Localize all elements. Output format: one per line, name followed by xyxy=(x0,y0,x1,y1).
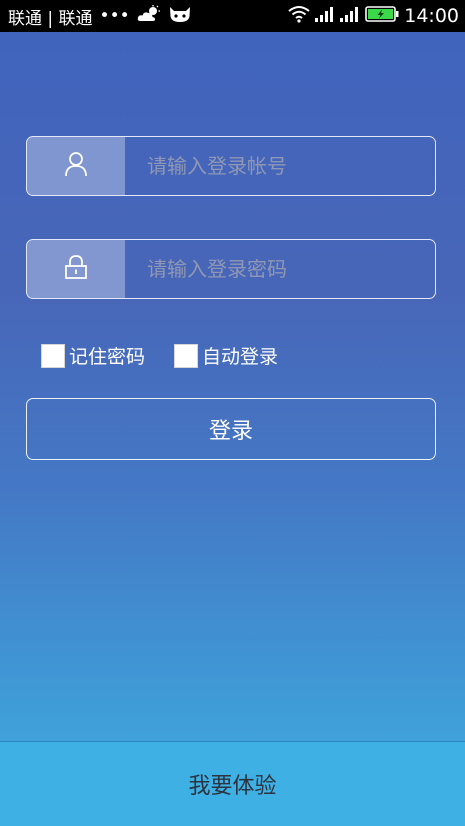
password-input[interactable] xyxy=(125,240,435,298)
signal-icon xyxy=(315,6,335,27)
username-icon-box xyxy=(27,137,125,195)
password-field xyxy=(26,239,436,299)
auto-login-box[interactable] xyxy=(174,343,199,368)
experience-label: 我要体验 xyxy=(188,774,277,799)
more-notifications-dots: ••• xyxy=(99,6,130,26)
remember-password-checkbox[interactable]: 记住密码 xyxy=(41,342,145,369)
cat-face-icon xyxy=(168,5,192,28)
remember-password-box[interactable] xyxy=(41,343,65,368)
auto-login-label: 自动登录 xyxy=(202,346,279,368)
signal-icon-2 xyxy=(340,6,360,27)
username-input[interactable] xyxy=(125,137,435,195)
status-bar-left: 联通 | 联通 ••• xyxy=(8,4,192,29)
status-bar-right: 14:00 xyxy=(288,5,459,28)
status-bar: 联通 | 联通 ••• 14:00 xyxy=(0,0,465,32)
experience-button[interactable]: 我要体验 xyxy=(0,741,465,826)
login-button[interactable]: 登录 xyxy=(26,398,436,460)
battery-icon xyxy=(365,5,399,28)
user-icon xyxy=(64,151,88,181)
options-row: 记住密码 自动登录 xyxy=(41,342,307,369)
password-icon-box xyxy=(27,240,125,298)
remember-password-label: 记住密码 xyxy=(69,346,146,368)
clock-time: 14:00 xyxy=(404,5,459,27)
username-field xyxy=(26,136,436,196)
auto-login-checkbox[interactable]: 自动登录 xyxy=(174,342,278,369)
carrier-label: 联通 | 联通 xyxy=(8,8,93,29)
lock-icon xyxy=(64,254,88,284)
weather-cloud-icon xyxy=(137,4,161,28)
wifi-icon xyxy=(288,5,310,28)
